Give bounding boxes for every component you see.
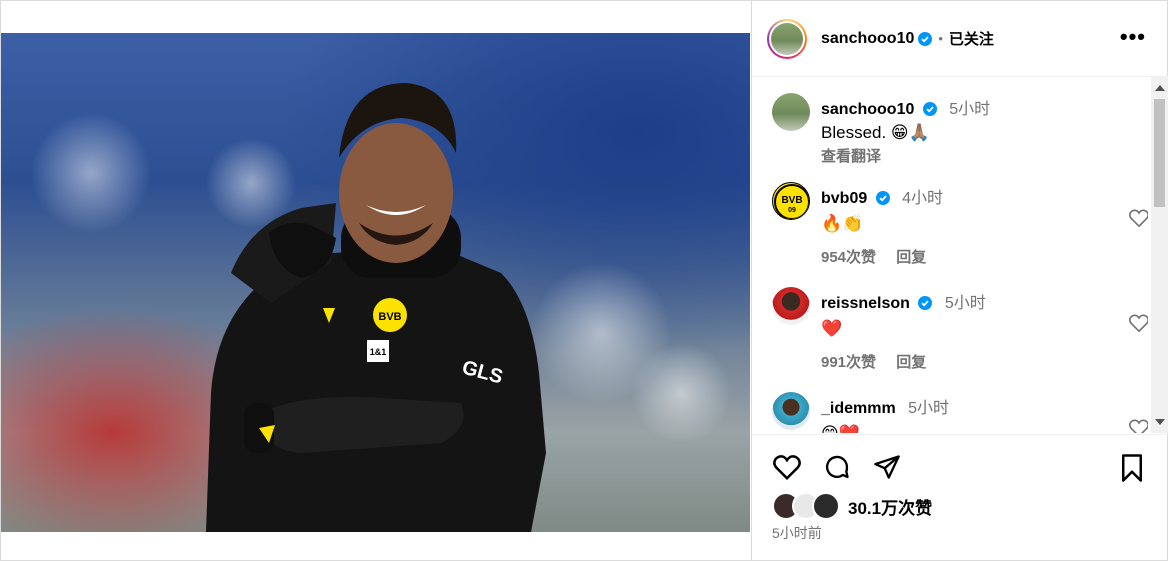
post-time[interactable]: 5小时前	[772, 523, 822, 543]
caption-time: 5小时	[949, 101, 991, 118]
comments-scrollbar[interactable]	[1151, 77, 1168, 433]
reply-button[interactable]: 回复	[896, 354, 926, 371]
comment-time: 5小时	[944, 295, 986, 312]
comment-username[interactable]: reissnelson	[821, 295, 910, 312]
avatar[interactable]: BVB 09	[772, 182, 810, 220]
translate-link[interactable]: 查看翻译	[821, 145, 1148, 166]
header-separator: •	[938, 31, 943, 46]
comment-text: ❤️	[821, 319, 843, 338]
avatar[interactable]	[772, 392, 810, 430]
comment-text: 😁❤️	[821, 424, 1148, 433]
verified-icon	[918, 31, 933, 46]
bookmark-icon[interactable]	[1118, 453, 1146, 483]
liker-avatar	[812, 492, 840, 520]
story-ring[interactable]	[767, 18, 807, 59]
verified-icon	[875, 191, 890, 205]
comment-time: 5小时	[908, 400, 950, 417]
reply-button[interactable]: 回复	[896, 249, 926, 266]
heart-icon[interactable]	[1128, 418, 1148, 433]
action-bar	[772, 453, 1148, 483]
heart-icon[interactable]	[1128, 208, 1148, 228]
verified-icon	[922, 102, 937, 116]
avatar[interactable]	[772, 93, 810, 131]
player-illustration: BVB 1&1 GLS	[31, 83, 731, 532]
comment-username[interactable]: bvb09	[821, 190, 867, 207]
scroll-up-arrow-icon[interactable]	[1155, 85, 1165, 91]
bvb-logo-icon: BVB09	[774, 184, 809, 219]
svg-text:BVB: BVB	[781, 195, 802, 206]
svg-text:09: 09	[788, 207, 796, 214]
likes-summary: 30.1万次赞	[772, 492, 932, 520]
scrollbar-thumb[interactable]	[1154, 99, 1165, 207]
photo-area: BVB 1&1 GLS	[1, 1, 750, 560]
post-photo[interactable]: BVB 1&1 GLS	[1, 33, 750, 532]
comment-time: 4小时	[902, 190, 944, 207]
verified-icon	[918, 296, 933, 310]
share-icon[interactable]	[872, 453, 902, 481]
divider	[752, 434, 1168, 435]
caption-username[interactable]: sanchooo10	[821, 101, 914, 118]
svg-text:1&1: 1&1	[370, 347, 387, 357]
comment-text: 🔥👏	[821, 214, 864, 233]
heart-icon[interactable]	[1128, 313, 1148, 333]
avatar[interactable]	[772, 287, 810, 325]
post-header: sanchooo10 • 已关注 •••	[752, 1, 1168, 77]
follow-status-button[interactable]: 已关注	[949, 28, 994, 49]
header-username[interactable]: sanchooo10	[821, 30, 914, 48]
comments-list: sanchooo10 5小时 Blessed. 😁🙏🏽 查看翻译 BVB 09 b…	[752, 77, 1148, 433]
svg-text:BVB: BVB	[378, 311, 401, 323]
comment-likes[interactable]: 954次赞	[821, 249, 876, 266]
likes-count[interactable]: 30.1万次赞	[848, 494, 932, 519]
heart-icon[interactable]	[772, 453, 802, 481]
post-side-panel: sanchooo10 • 已关注 ••• sanchooo10 5小时 Bles…	[751, 1, 1168, 560]
scroll-down-arrow-icon[interactable]	[1155, 419, 1165, 425]
comment-username[interactable]: _idemmm	[821, 400, 896, 417]
more-options-icon[interactable]: •••	[1120, 26, 1146, 48]
avatar	[771, 22, 803, 55]
caption-text: Blessed. 😁🙏🏽	[821, 123, 930, 142]
comment-likes[interactable]: 991次赞	[821, 354, 876, 371]
comment-icon[interactable]	[822, 453, 852, 481]
